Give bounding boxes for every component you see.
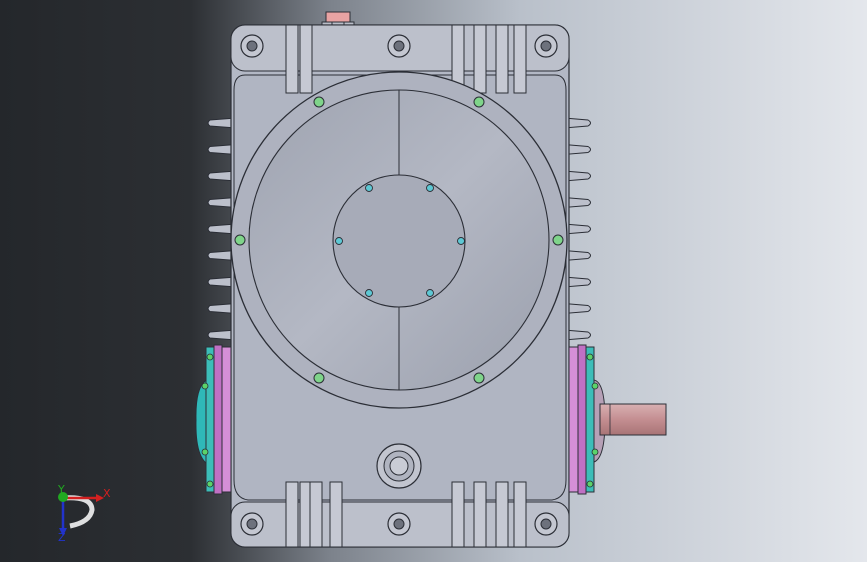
- input-shaft[interactable]: [599, 403, 667, 436]
- cover-bolt: [313, 96, 325, 108]
- mounting-hole-top-right: [534, 34, 558, 58]
- rib: [285, 24, 299, 94]
- cover-bolt: [234, 234, 246, 246]
- rib: [473, 24, 487, 94]
- mounting-hole-top-left: [240, 34, 264, 58]
- cover-bolt: [473, 96, 485, 108]
- rib: [495, 24, 509, 94]
- drain-plug[interactable]: [376, 443, 422, 489]
- z-axis-label: Z: [58, 531, 66, 544]
- rib: [495, 481, 509, 548]
- hub-hole: [426, 289, 434, 297]
- cover-bolt: [552, 234, 564, 246]
- hub-hole: [365, 184, 373, 192]
- rib: [513, 481, 527, 548]
- hub-hole: [335, 237, 343, 245]
- rib: [473, 481, 487, 548]
- hub-hole: [426, 184, 434, 192]
- hub-hole: [365, 289, 373, 297]
- rib: [513, 24, 527, 94]
- mounting-hole-bottom-right: [534, 512, 558, 536]
- rib: [285, 481, 299, 548]
- rib: [309, 481, 323, 548]
- cad-viewport[interactable]: X Y Z: [0, 0, 867, 562]
- rib: [451, 481, 465, 548]
- gearbox-model[interactable]: X Y Z: [0, 0, 867, 562]
- mounting-hole-bottom-left: [240, 512, 264, 536]
- x-axis-label: X: [103, 487, 111, 500]
- rib: [299, 24, 313, 94]
- output-hub[interactable]: [332, 174, 466, 308]
- mounting-hole-top-center: [387, 34, 411, 58]
- hub-hole: [457, 237, 465, 245]
- rib: [329, 481, 343, 548]
- mounting-hole-bottom-center: [387, 512, 411, 536]
- y-axis-label: Y: [57, 483, 65, 496]
- cover-bolt: [473, 372, 485, 384]
- cover-bolt: [313, 372, 325, 384]
